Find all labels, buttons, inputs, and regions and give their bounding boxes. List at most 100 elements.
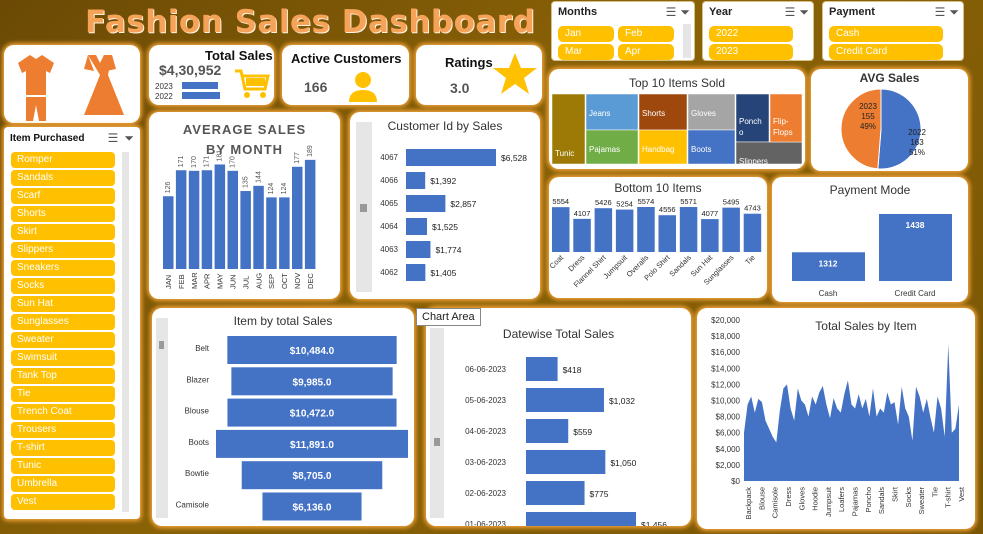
item-purchased-option[interactable]: Tie [11,386,115,402]
date-bar-label: $559 [573,427,592,437]
scroll-handle[interactable] [434,438,440,446]
area-y-tick: $2,000 [716,461,741,470]
slicer-item-cash[interactable]: Cash [829,26,943,42]
item-purchased-option[interactable]: Romper [11,152,115,168]
month-bar [188,170,200,269]
item-purchased-option[interactable]: Sneakers [11,260,115,276]
clear-filter-icon[interactable]: ⏷ [949,5,959,20]
date-axis-label: 05-06-2023 [465,396,506,405]
item-purchased-option[interactable]: Umbrella [11,476,115,492]
avg-month-chart: 126JAN171FEB170MAR171APR181MAY170JUN135J… [163,145,316,289]
item-purchased-option[interactable]: Tank Top [11,368,115,384]
item-purchased-option[interactable]: Trench Coat [11,404,115,420]
month-bar [304,159,316,269]
area-y-tick: $20,000 [711,316,740,325]
area-y-tick: $10,000 [711,397,740,406]
slicer-item-apr[interactable]: Apr [618,44,674,60]
item-axis-label: Camisole [176,501,210,510]
slicer-item-credit-card[interactable]: Credit Card [829,44,943,60]
item-purchased-option[interactable]: Sun Hat [11,296,115,312]
total-sales-by-item-card: Total Sales by Item $0 $2,000 $4,000 $6,000… [697,308,975,529]
payment-axis-label: Credit Card [895,289,936,298]
slicer-item-2022[interactable]: 2022 [709,26,793,42]
item-purchased-option[interactable]: Sweater [11,332,115,348]
month-axis-label: JUN [229,274,238,289]
multiselect-icon[interactable]: ☰ [108,131,119,146]
item-purchased-option[interactable]: T-shirt [11,440,115,456]
item-purchased-option[interactable]: Sandals [11,170,115,186]
customer-bar-label: $1,774 [435,245,461,255]
bottom10-bar-label: 5495 [723,198,740,207]
bottom10-chart: 5554Coat4107Dress5426Flannel Shirt5254Ju… [549,197,762,289]
item-purchased-label: Item Purchased [10,133,85,144]
area-y-tick: $6,000 [716,429,741,438]
item-purchased-option[interactable]: Tunic [11,458,115,474]
year-bar-2023 [182,82,218,89]
area-x-label: Pajamas [851,487,860,516]
item-purchased-option[interactable]: Slippers [11,242,115,258]
item-purchased-slicer[interactable]: Item Purchased ☰ ⏷ Romper Sandals Scarf Shor… [4,127,140,519]
month-axis-label: JUL [241,276,250,289]
item-purchased-option[interactable]: Sunglasses [11,314,115,330]
top10-card: Top 10 Items Sold Tunic Jeans Pajamas Short… [549,69,805,169]
customer-axis-label: 4067 [380,153,398,162]
item-bar-label: $11,891.0 [290,440,334,451]
multiselect-icon[interactable]: ☰ [935,5,946,20]
bottom10-bar-label: 4556 [659,205,676,214]
slicer-item-jan[interactable]: Jan [558,26,614,42]
year-slicer[interactable]: Year ☰ ⏷ 2022 2023 [702,1,814,61]
customer-bar-label: $1,392 [430,176,456,186]
item-purchased-option[interactable]: Trousers [11,422,115,438]
payment-axis-label: Cash [819,289,838,298]
item-bar-label: $8,705.0 [293,471,332,482]
clothing-logo-card [4,45,140,123]
customer-bar [406,218,428,235]
item-axis-label: Bowtie [185,469,210,478]
slicer-item-feb[interactable]: Feb [618,26,674,42]
item-purchased-option[interactable]: Socks [11,278,115,294]
clear-filter-icon[interactable]: ⏷ [799,5,809,20]
customer-bar [406,172,426,189]
date-bar-label: $1,456 [641,520,667,526]
pie-percent: 49% [860,122,876,131]
bottom10-bar [701,219,719,252]
payment-slicer[interactable]: Payment ☰ ⏷ Cash Credit Card [822,1,964,61]
multiselect-icon[interactable]: ☰ [666,5,677,20]
slicer-item-2023[interactable]: 2023 [709,44,793,60]
customer-axis-label: 4063 [380,245,398,254]
item-purchased-option[interactable]: Swimsuit [11,350,115,366]
bottom10-bar [573,218,591,252]
item-purchased-option[interactable]: Scarf [11,188,115,204]
bottom10-bar-label: 4743 [744,204,761,213]
customer-bar [406,241,431,258]
item-purchased-option[interactable]: Shorts [11,206,115,222]
item-purchased-option[interactable]: Vest [11,494,115,510]
month-bar-label: 170 [230,156,237,168]
bottom10-bar-label: 5426 [595,198,612,207]
date-bar [526,419,569,443]
item-scrollbar[interactable] [122,152,129,512]
item-purchased-option[interactable]: Skirt [11,224,115,240]
scroll-handle[interactable] [360,204,367,212]
slicer-item-mar[interactable]: Mar [558,44,614,60]
month-axis-label: FEB [177,274,186,289]
bottom10-axis-label: Tie [743,253,757,267]
months-slicer[interactable]: Months ☰ ⏷ Jan Feb Mar Apr [551,1,695,61]
multiselect-icon[interactable]: ☰ [785,5,796,20]
item-bar-label: $10,472.0 [290,409,335,420]
ratings-value: 3.0 [450,80,470,96]
area-x-label: Gloves [797,487,806,511]
month-axis-label: OCT [280,273,289,289]
date-bar-label: $775 [590,489,609,499]
datewise-scrollbar[interactable] [430,328,444,518]
total-sales-card: Total Sales $4,30,952 2023 2022 [149,45,274,105]
clear-filter-icon[interactable]: ⏷ [124,131,134,146]
area-y-tick: $18,000 [711,332,740,341]
month-bar [214,164,226,269]
month-axis-label: DEC [306,273,315,289]
avg-sales-title: AVG Sales [859,71,920,85]
scroll-handle[interactable] [159,341,164,349]
date-axis-label: 02-06-2023 [465,489,506,498]
date-bar [526,512,636,526]
clear-filter-icon[interactable]: ⏷ [680,5,690,20]
